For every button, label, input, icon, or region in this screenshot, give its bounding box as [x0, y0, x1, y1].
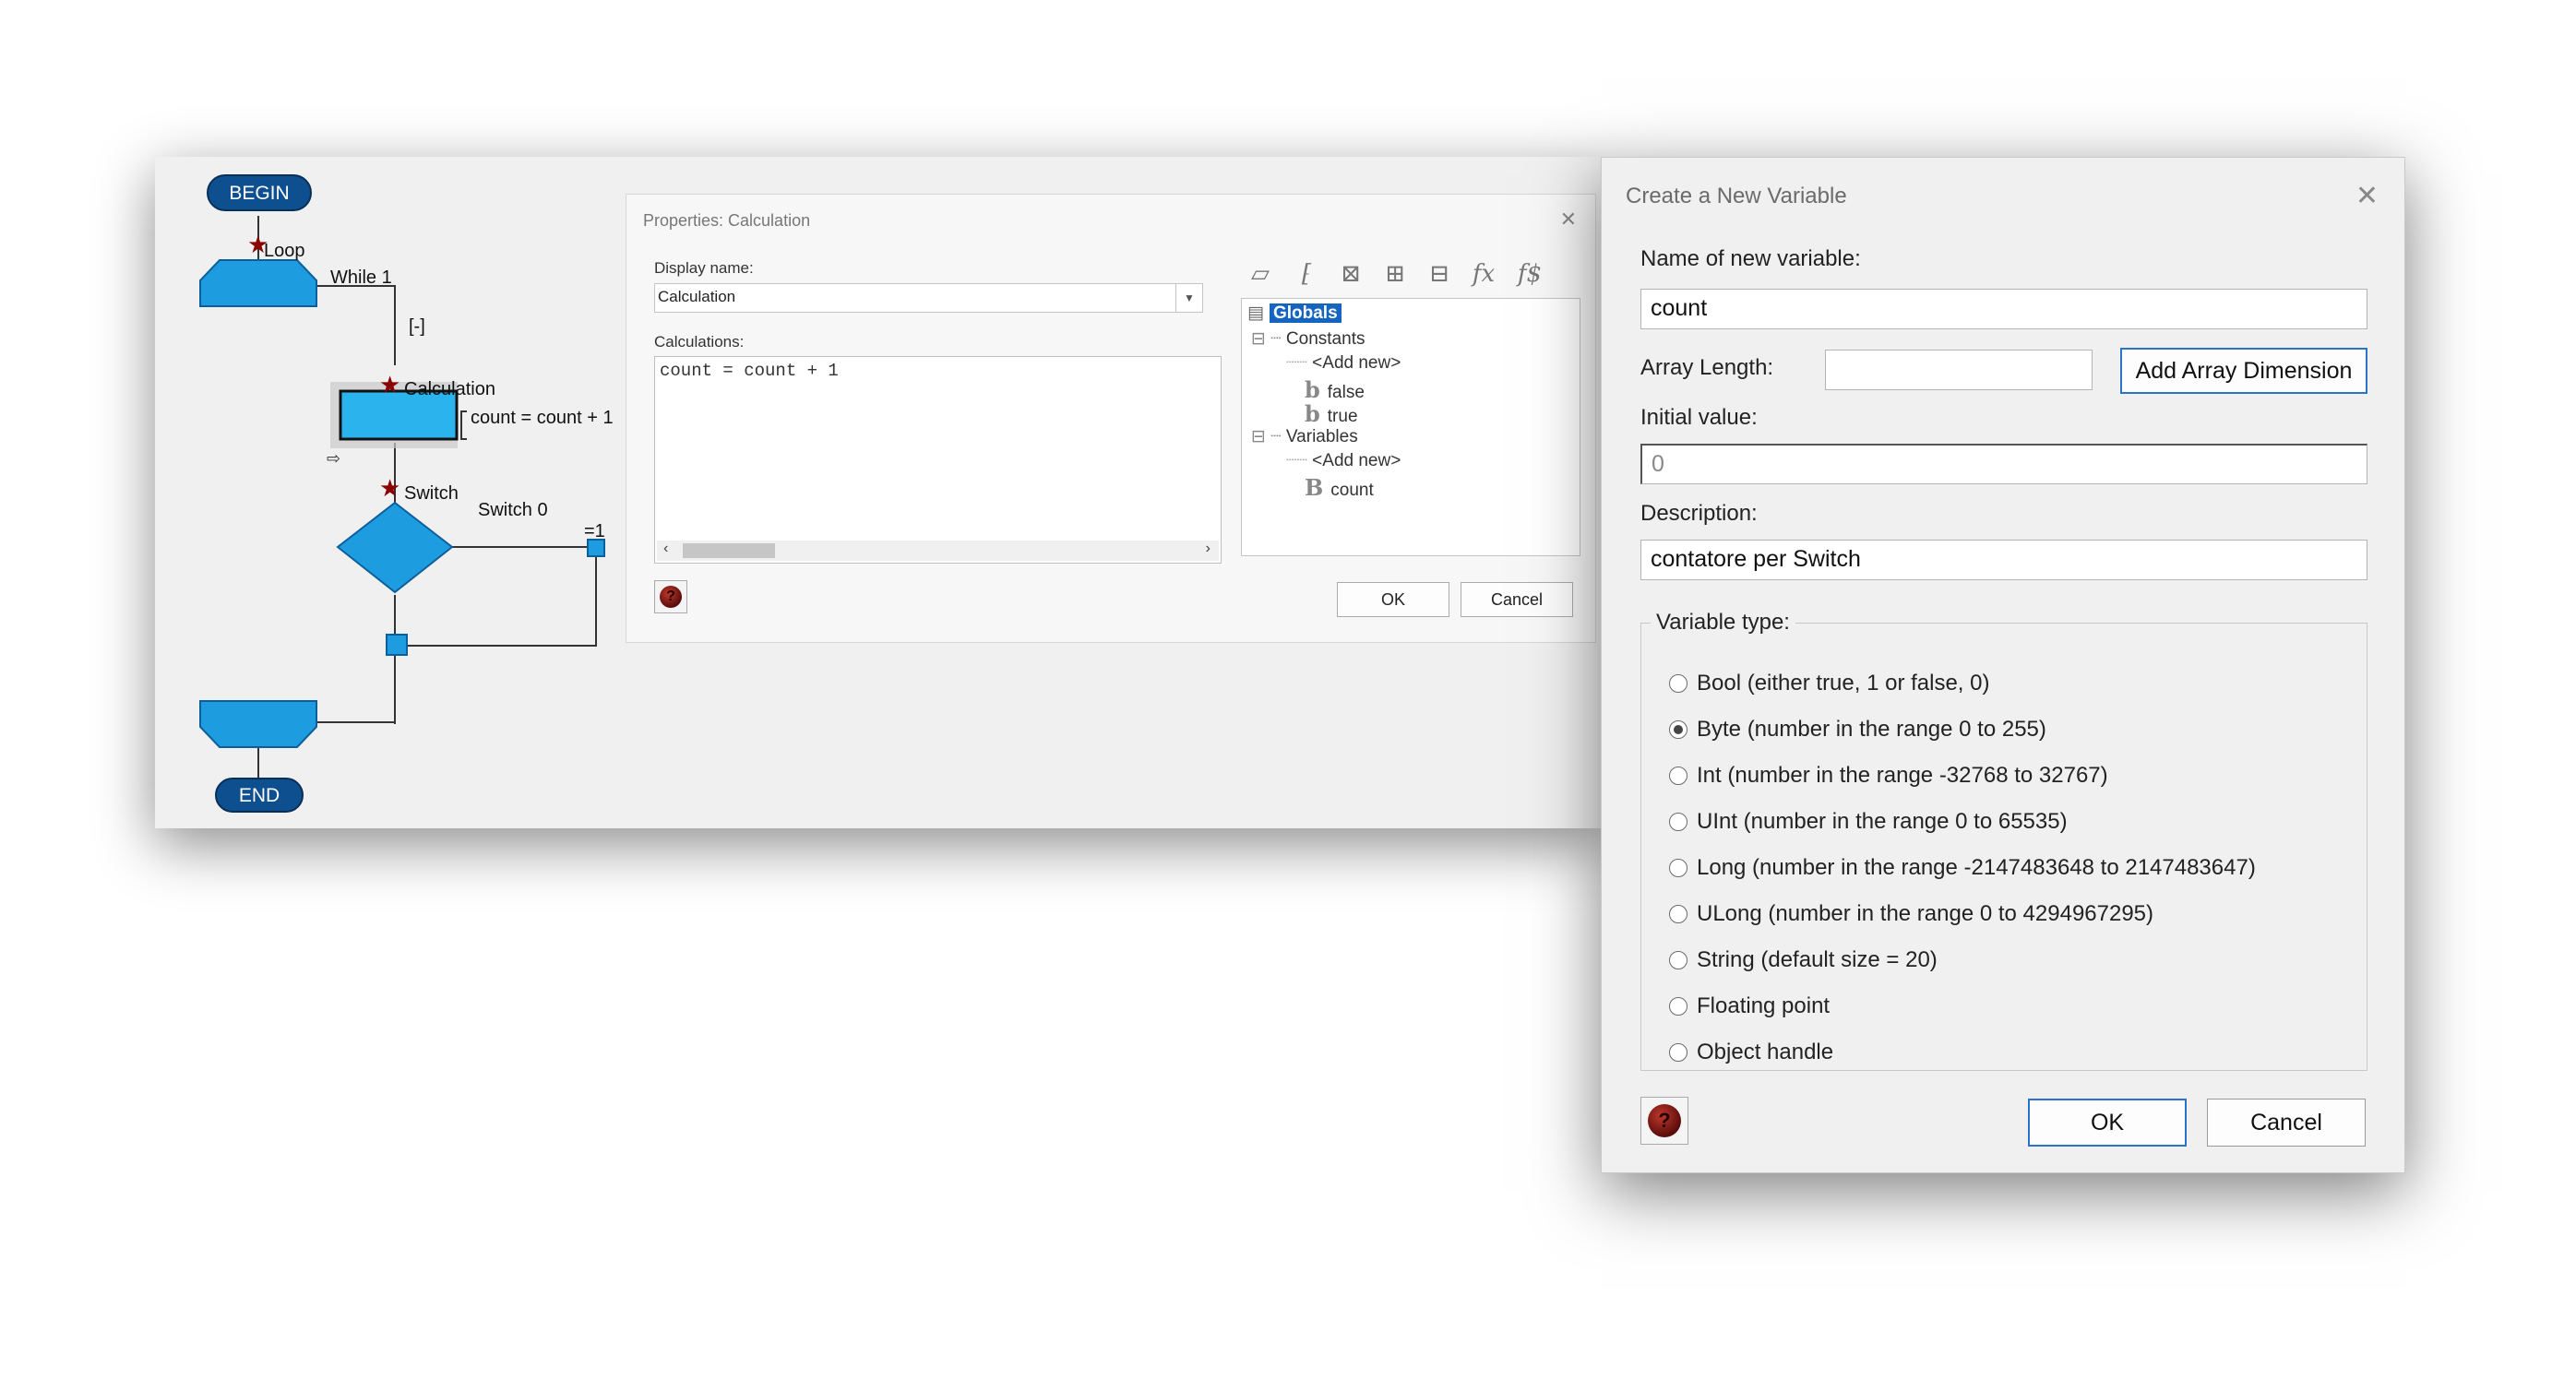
- switch-label: Switch: [404, 483, 459, 504]
- type-option-byte[interactable]: Byte (number in the range 0 to 255): [1669, 717, 2046, 743]
- bracket: [460, 410, 467, 440]
- loop-label: Loop: [264, 241, 305, 261]
- flowchart-canvas-window: BEGIN ★ Loop While 1 [-] ★ Calculation c…: [155, 157, 1604, 828]
- tree-constants-add[interactable]: ┈┈ <Add new>: [1286, 352, 1401, 374]
- collapse-marker[interactable]: [-]: [409, 316, 425, 337]
- properties-title: Properties: Calculation: [643, 211, 811, 230]
- insert-row-icon[interactable]: ⊞: [1377, 257, 1413, 291]
- help-button[interactable]: ?: [654, 580, 687, 613]
- add-array-dimension-button[interactable]: Add Array Dimension: [2120, 348, 2367, 394]
- loop-end-block[interactable]: [199, 700, 317, 748]
- calculations-label: Calculations:: [654, 333, 745, 351]
- properties-cancel-button[interactable]: Cancel: [1461, 582, 1573, 617]
- switch-case-node[interactable]: [587, 539, 605, 557]
- switch-join-node[interactable]: [386, 634, 408, 656]
- display-name-select[interactable]: Calculation ▼: [654, 283, 1203, 313]
- bool-constant-icon: b: [1305, 400, 1320, 427]
- radio-button[interactable]: [1669, 674, 1688, 693]
- array-icon[interactable]: ⁅: [1289, 257, 1324, 291]
- tree-constant-item[interactable]: b false: [1305, 376, 1365, 403]
- loop-start-block[interactable]: [199, 259, 317, 307]
- bool-constant-icon: b: [1305, 376, 1320, 403]
- calculation-star-icon: ★: [379, 372, 400, 399]
- create-cancel-button[interactable]: Cancel: [2207, 1099, 2366, 1147]
- variable-name-input[interactable]: count: [1640, 289, 2367, 329]
- radio-button[interactable]: [1669, 1043, 1688, 1062]
- type-option-string[interactable]: String (default size = 20): [1669, 947, 1938, 973]
- help-icon: ?: [660, 586, 682, 608]
- insert-col-icon[interactable]: ⊟: [1422, 257, 1457, 291]
- description-input[interactable]: contatore per Switch: [1640, 540, 2367, 580]
- create-ok-button[interactable]: OK: [2028, 1099, 2187, 1147]
- begin-label: BEGIN: [229, 183, 289, 204]
- input-block-icon[interactable]: ▱: [1243, 257, 1278, 291]
- scroll-right-icon[interactable]: ›: [1203, 541, 1212, 557]
- tree-root[interactable]: ▤ Globals: [1247, 303, 1342, 324]
- properties-ok-button[interactable]: OK: [1337, 582, 1449, 617]
- type-option-bool[interactable]: Bool (either true, 1 or false, 0): [1669, 671, 1989, 696]
- switch-star-icon: ★: [379, 475, 400, 503]
- end-label: END: [239, 785, 280, 806]
- close-icon[interactable]: ✕: [2355, 180, 2379, 212]
- help-button[interactable]: ?: [1640, 1097, 1688, 1145]
- display-name-label: Display name:: [654, 259, 754, 277]
- radio-button[interactable]: [1669, 767, 1688, 785]
- display-name-value: Calculation: [658, 288, 736, 305]
- matrix-icon[interactable]: ⊠: [1333, 257, 1368, 291]
- type-option-handle[interactable]: Object handle: [1669, 1040, 1833, 1065]
- tree-constants[interactable]: ⊟ ┈ Constants: [1251, 328, 1365, 350]
- tree-variable-item[interactable]: Bcount: [1305, 474, 1374, 501]
- radio-button[interactable]: [1669, 859, 1688, 877]
- type-option-ulong[interactable]: ULong (number in the range 0 to 42949672…: [1669, 901, 2153, 927]
- string-function-icon[interactable]: f$: [1512, 257, 1547, 291]
- calculations-editor[interactable]: count = count + 1 ‹ ›: [654, 356, 1222, 564]
- globals-tree: ▤ Globals ⊟ ┈ Constants ┈┈ <Add new> b fal…: [1241, 298, 1580, 556]
- type-option-long[interactable]: Long (number in the range -2147483648 to…: [1669, 855, 2256, 881]
- array-length-input[interactable]: [1825, 350, 2093, 390]
- flowchart-canvas: BEGIN ★ Loop While 1 [-] ★ Calculation c…: [199, 174, 614, 813]
- tree-constant-item[interactable]: b true: [1305, 400, 1358, 427]
- type-option-float[interactable]: Floating point: [1669, 993, 1830, 1019]
- calculations-code: count = count + 1: [660, 361, 839, 381]
- switch-block[interactable]: [336, 501, 454, 594]
- help-icon: ?: [1648, 1104, 1681, 1137]
- array-length-label: Array Length:: [1640, 355, 1774, 380]
- cursor-arrow-icon: ⇨: [327, 449, 340, 468]
- function-icon[interactable]: fx: [1466, 257, 1501, 291]
- calculation-label: Calculation: [404, 379, 495, 399]
- byte-variable-icon: B: [1305, 474, 1324, 501]
- radio-button[interactable]: [1669, 813, 1688, 831]
- scrollbar-thumb[interactable]: [683, 543, 775, 558]
- horizontal-scrollbar[interactable]: ‹ ›: [657, 541, 1219, 561]
- switch-value: Switch 0: [478, 500, 548, 520]
- radio-button-selected[interactable]: [1669, 720, 1688, 739]
- calculation-expression: count = count + 1: [471, 408, 614, 428]
- radio-button[interactable]: [1669, 951, 1688, 969]
- end-terminal[interactable]: END: [215, 778, 304, 813]
- variable-type-label: Variable type:: [1656, 610, 1790, 635]
- loop-condition: While 1: [330, 267, 392, 288]
- type-option-int[interactable]: Int (number in the range -32768 to 32767…: [1669, 763, 2108, 789]
- properties-dialog: Properties: Calculation ✕ Display name: …: [626, 194, 1596, 643]
- tree-variables-add[interactable]: ┈┈ <Add new>: [1286, 450, 1401, 471]
- chevron-down-icon[interactable]: ▼: [1175, 284, 1202, 312]
- radio-button[interactable]: [1669, 905, 1688, 923]
- create-variable-title: Create a New Variable: [1626, 184, 1847, 208]
- scroll-left-icon[interactable]: ‹: [662, 541, 671, 557]
- initial-value-input[interactable]: 0: [1640, 444, 2367, 484]
- collapse-icon: ⊟ ┈: [1251, 329, 1282, 349]
- radio-button[interactable]: [1669, 997, 1688, 1016]
- close-icon[interactable]: ✕: [1560, 208, 1577, 232]
- tree-variables[interactable]: ⊟ ┈ Variables: [1251, 426, 1358, 447]
- variable-type-group: Variable type: Bool (either true, 1 or f…: [1640, 610, 2367, 1071]
- type-option-uint[interactable]: UInt (number in the range 0 to 65535): [1669, 809, 2068, 835]
- create-variable-dialog: Create a New Variable ✕ Name of new vari…: [1601, 157, 2405, 1173]
- collapse-icon: ⊟ ┈: [1251, 427, 1282, 446]
- name-label: Name of new variable:: [1640, 246, 1861, 271]
- globals-icon: ▤: [1247, 303, 1264, 323]
- begin-terminal[interactable]: BEGIN: [207, 174, 312, 211]
- description-label: Description:: [1640, 501, 1758, 526]
- switch-case-label: =1: [584, 521, 605, 541]
- initial-value-label: Initial value:: [1640, 405, 1758, 430]
